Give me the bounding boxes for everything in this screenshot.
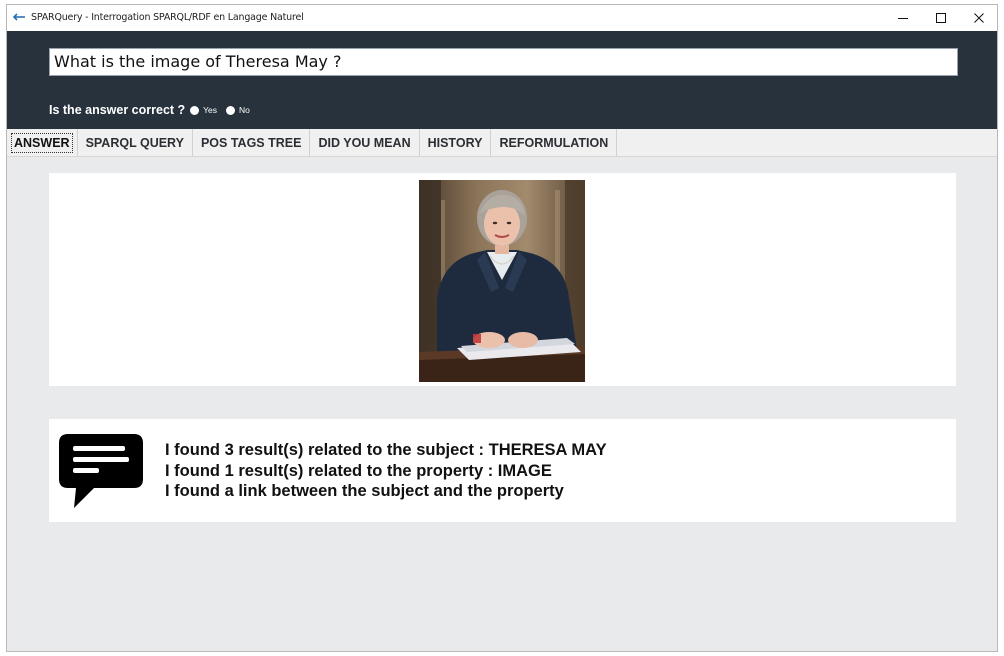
maximize-icon [936,13,946,23]
tab-bar: ANSWER SPARQL QUERY POS TAGS TREE DID YO… [7,129,997,157]
tab-answer[interactable]: ANSWER [7,129,78,156]
answer-image-panel [49,173,956,386]
radio-no[interactable]: No [226,105,250,115]
minimize-button[interactable] [884,5,922,31]
maximize-button[interactable] [922,5,960,31]
radio-yes-label: Yes [203,105,218,115]
tab-reformulation[interactable]: REFORMULATION [491,129,618,156]
tab-did-you-mean[interactable]: DID YOU MEAN [310,129,420,156]
title-bar[interactable]: SPARQuery - Interrogation SPARQL/RDF en … [7,5,997,31]
answer-message-panel: I found 3 result(s) related to the subje… [49,419,956,522]
tab-sparql-query[interactable]: SPARQL QUERY [78,129,193,156]
portrait-photo [419,180,585,382]
message-line: I found 3 result(s) related to the subje… [165,441,607,459]
feedback-question: Is the answer correct ? [49,103,186,117]
radio-yes-dot[interactable] [190,105,200,115]
minimize-icon [898,18,908,19]
chat-bubble-icon [59,434,143,508]
tab-pos-tags-tree[interactable]: POS TAGS TREE [193,129,311,156]
close-button[interactable] [960,5,998,31]
radio-yes[interactable]: Yes [190,105,217,115]
answer-feedback: Is the answer correct ? Yes No [49,103,259,117]
app-icon [13,13,25,21]
close-icon [974,13,984,23]
app-window: SPARQuery - Interrogation SPARQL/RDF en … [6,4,998,652]
message-line: I found 1 result(s) related to the prope… [165,461,552,480]
radio-no-label: No [239,105,250,115]
radio-no-dot[interactable] [226,105,236,115]
answer-messages: I found 3 result(s) related to the subje… [165,440,607,502]
window-title: SPARQuery - Interrogation SPARQL/RDF en … [31,12,304,23]
tab-answer-label: ANSWER [11,132,73,153]
query-header: What is the image of Theresa May ? Is th… [7,31,997,129]
question-input[interactable]: What is the image of Theresa May ? [49,48,958,76]
message-line: I found a link between the subject and t… [165,482,564,500]
tab-history[interactable]: HISTORY [420,129,492,156]
